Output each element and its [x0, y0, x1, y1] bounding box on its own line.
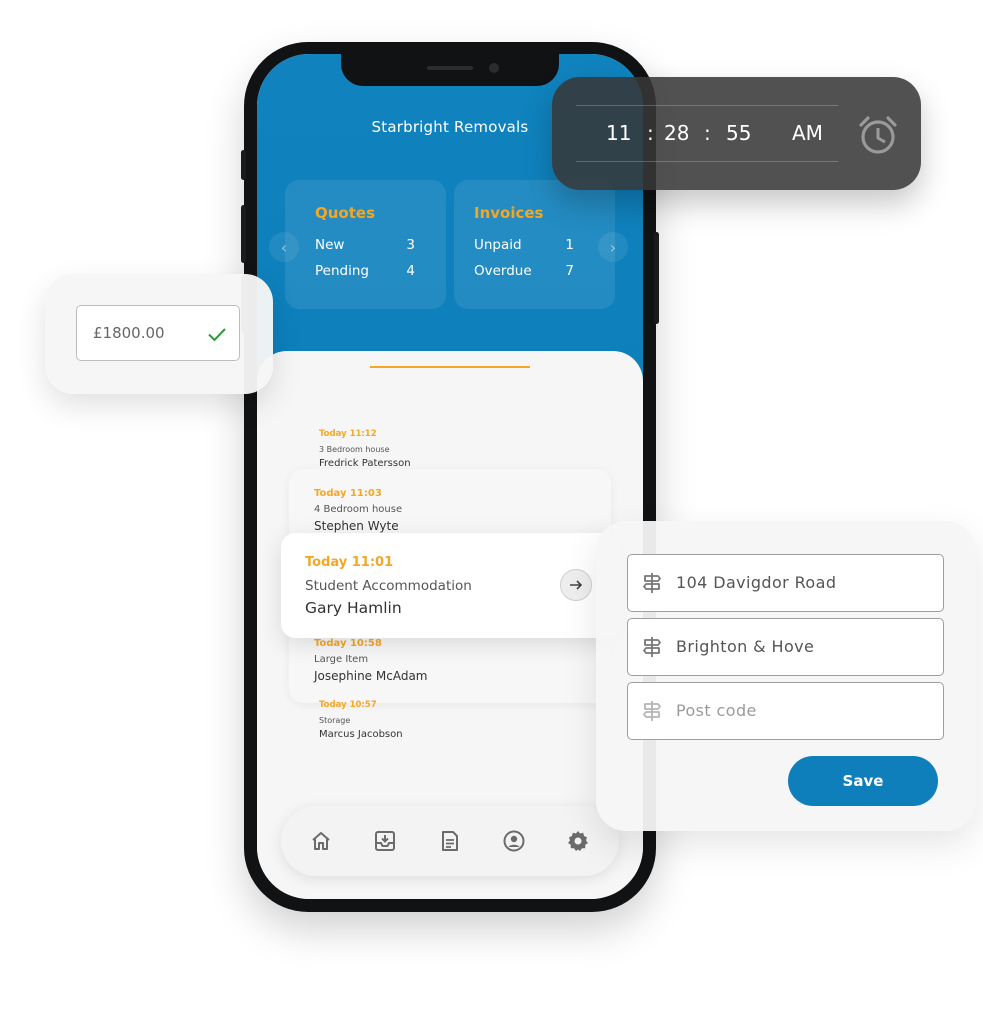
job-time: Today 11:03 — [314, 488, 382, 499]
quotes-row-label: New — [315, 237, 345, 253]
save-button[interactable]: Save — [788, 756, 938, 806]
invoices-row-label: Unpaid — [474, 237, 522, 253]
job-type: Storage — [319, 716, 351, 725]
period-value[interactable]: AM — [792, 121, 823, 145]
arrow-right-icon — [570, 580, 583, 590]
quotes-row-count: 4 — [406, 263, 415, 279]
city-field[interactable]: Brighton & Hove — [627, 618, 944, 676]
settings-gear-icon[interactable] — [566, 829, 590, 853]
time-separator: : — [704, 121, 711, 145]
postcode-field[interactable]: Post code — [627, 682, 944, 740]
second-value[interactable]: 55 — [726, 121, 751, 145]
sheet-handle — [370, 366, 530, 368]
inbox-download-icon[interactable] — [373, 829, 397, 853]
carousel-next-button[interactable]: › — [598, 232, 628, 262]
quotes-row-pending: Pending 4 — [315, 263, 415, 279]
quotes-row-new: New 3 — [315, 237, 415, 253]
hour-value[interactable]: 11 — [606, 121, 631, 145]
address-form-panel: 104 Davigdor Road Brighton & Hove Post c… — [596, 521, 976, 831]
invoices-heading: Invoices — [474, 204, 544, 222]
phone-volume-up — [241, 205, 246, 263]
bottom-tab-bar — [281, 806, 619, 876]
signpost-icon — [643, 637, 661, 657]
phone-speaker — [427, 66, 473, 70]
job-customer-name: Stephen Wyte — [314, 519, 399, 533]
signpost-icon — [643, 573, 661, 593]
street-value: 104 Davigdor Road — [676, 573, 837, 592]
job-item-2-selected[interactable]: Today 11:01 Student Accommodation Gary H… — [281, 533, 621, 638]
job-type: Large Item — [314, 654, 369, 665]
picker-divider-bottom — [576, 161, 838, 162]
signpost-icon — [643, 701, 661, 721]
alarm-clock-icon[interactable] — [856, 113, 900, 157]
account-circle-icon[interactable] — [502, 829, 526, 853]
phone-mute-switch — [241, 150, 246, 180]
job-customer-name: Marcus Jacobson — [319, 729, 403, 740]
job-time: Today 10:58 — [314, 638, 382, 649]
invoices-row-count: 7 — [565, 263, 574, 279]
invoices-card[interactable]: Invoices Unpaid 1 Overdue 7 — [454, 180, 615, 309]
job-item-0[interactable]: Today 11:12 3 Bedroom house Fredrick Pat… — [319, 429, 411, 469]
job-customer-name: Fredrick Patersson — [319, 458, 411, 469]
quotes-heading: Quotes — [315, 204, 376, 222]
home-icon[interactable] — [309, 829, 333, 853]
open-job-button[interactable] — [560, 569, 592, 601]
time-picker-panel: 11 : 28 : 55 AM — [552, 77, 921, 190]
job-item-1[interactable]: Today 11:03 4 Bedroom house Stephen Wyte — [314, 488, 402, 533]
job-type: 4 Bedroom house — [314, 504, 403, 515]
phone-power-button — [654, 232, 659, 324]
picker-divider-top — [576, 105, 838, 106]
postcode-placeholder: Post code — [676, 701, 757, 720]
quotes-card[interactable]: Quotes New 3 Pending 4 — [285, 180, 446, 309]
quotes-row-count: 3 — [406, 237, 415, 253]
check-icon — [208, 328, 226, 342]
invoices-row-unpaid: Unpaid 1 — [474, 237, 574, 253]
job-time: Today 11:01 — [305, 555, 394, 570]
job-time: Today 11:12 — [319, 429, 377, 439]
invoices-row-count: 1 — [565, 237, 574, 253]
phone-notch — [341, 54, 559, 86]
price-input[interactable]: £1800.00 — [76, 305, 240, 361]
job-item-4[interactable]: Today 10:57 Storage Marcus Jacobson — [319, 700, 403, 740]
invoices-row-overdue: Overdue 7 — [474, 263, 574, 279]
job-customer-name: Josephine McAdam — [314, 669, 428, 683]
job-time: Today 10:57 — [319, 700, 377, 710]
street-field[interactable]: 104 Davigdor Road — [627, 554, 944, 612]
job-item-3[interactable]: Today 10:58 Large Item Josephine McAdam — [314, 638, 427, 683]
minute-value[interactable]: 28 — [664, 121, 689, 145]
quotes-row-label: Pending — [315, 263, 369, 279]
phone-camera — [489, 63, 499, 73]
job-type: 3 Bedroom house — [319, 445, 390, 454]
price-value: £1800.00 — [93, 324, 165, 342]
job-type: Student Accommodation — [305, 578, 472, 594]
price-panel: £1800.00 — [45, 274, 273, 394]
job-customer-name: Gary Hamlin — [305, 599, 402, 617]
city-value: Brighton & Hove — [676, 637, 815, 656]
time-separator: : — [647, 121, 654, 145]
document-icon[interactable] — [438, 829, 462, 853]
invoices-row-label: Overdue — [474, 263, 532, 279]
